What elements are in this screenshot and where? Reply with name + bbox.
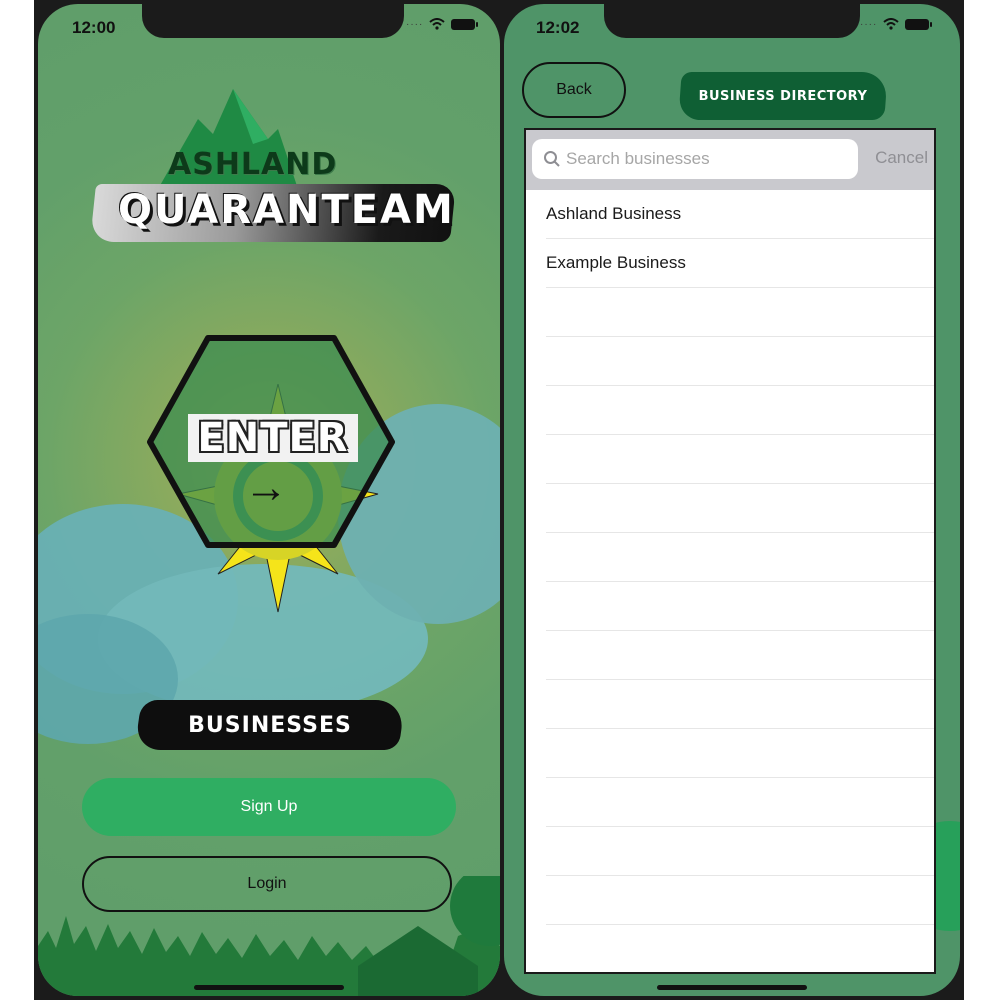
status-time: 12:00 (72, 18, 116, 37)
business-list: Ashland Business Example Business (526, 190, 934, 972)
empty-row (546, 778, 934, 827)
arrow-right-icon[interactable]: → (244, 466, 288, 510)
logo-text-ashland: ASHLAND (168, 147, 338, 182)
signal-icon: ···· (406, 18, 424, 30)
empty-row (546, 729, 934, 778)
empty-row (546, 386, 934, 435)
empty-row (546, 533, 934, 582)
list-item[interactable]: Example Business (546, 239, 934, 288)
empty-row (546, 435, 934, 484)
empty-row (546, 925, 934, 972)
battery-icon (905, 18, 933, 30)
signal-icon: ···· (860, 18, 878, 30)
business-directory-screen: 12:02 ···· Back BUSINESS DIRECTORY Searc… (504, 4, 960, 996)
empty-row (546, 337, 934, 386)
status-icons: ···· (406, 18, 479, 30)
search-input[interactable]: Search businesses (532, 139, 858, 179)
battery-icon (451, 18, 479, 30)
status-time: 12:02 (536, 18, 580, 37)
empty-row (546, 827, 934, 876)
back-button[interactable]: Back (522, 62, 626, 118)
status-icons: ···· (860, 18, 933, 30)
enter-button-label[interactable]: ENTER (188, 414, 358, 462)
page-title: BUSINESS DIRECTORY (698, 88, 868, 104)
search-icon (538, 150, 566, 168)
notch (604, 4, 860, 38)
directory-phone-screen: 12:02 ···· Back BUSINESS DIRECTORY Searc… (500, 0, 964, 1000)
logo-text-quaranteam: QUARANTEAM (118, 187, 455, 233)
home-screen: 12:00 ···· ASHLAND QUARANTEAM ENTER → BU… (38, 4, 500, 996)
empty-row (546, 876, 934, 925)
signup-button[interactable]: Sign Up (82, 778, 456, 836)
wifi-icon (883, 18, 899, 30)
business-list-panel: Search businesses Cancel Ashland Busines… (524, 128, 936, 974)
home-indicator (194, 985, 344, 990)
search-placeholder: Search businesses (566, 149, 710, 168)
app-logo: ASHLAND QUARANTEAM (88, 89, 458, 249)
list-item[interactable]: Ashland Business (546, 190, 934, 239)
empty-row (546, 631, 934, 680)
empty-row (546, 288, 934, 337)
empty-row (546, 582, 934, 631)
empty-row (546, 680, 934, 729)
login-button[interactable]: Login (82, 856, 452, 912)
empty-row (546, 484, 934, 533)
cancel-button[interactable]: Cancel (875, 148, 928, 168)
login-phone-screen: 12:00 ···· ASHLAND QUARANTEAM ENTER → BU… (34, 0, 504, 1000)
businesses-label[interactable]: BUSINESSES (138, 700, 402, 750)
notch (142, 4, 404, 38)
search-bar: Search businesses Cancel (526, 130, 934, 190)
home-indicator (657, 985, 807, 990)
wifi-icon (429, 18, 445, 30)
